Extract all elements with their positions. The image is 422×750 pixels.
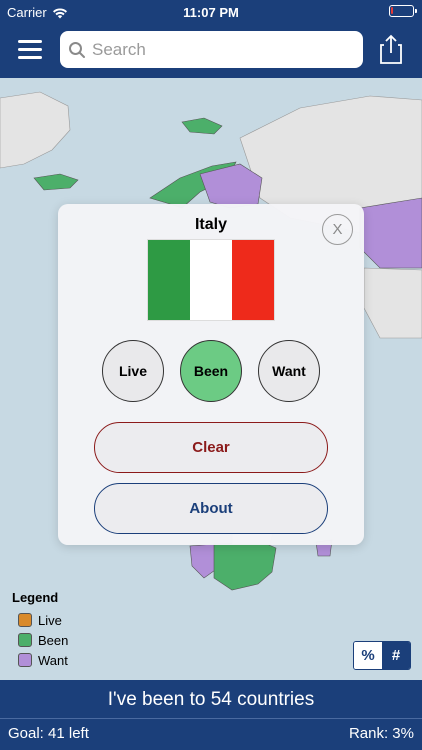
- rank-label[interactable]: Rank: 3%: [349, 725, 414, 742]
- close-button[interactable]: X: [322, 214, 353, 245]
- battery-icon: [389, 5, 417, 17]
- legend-swatch-live: [18, 613, 32, 627]
- map-legend: Legend Live Been Want: [12, 590, 68, 670]
- country-title: Italy: [194, 216, 227, 233]
- legend-label-live: Live: [38, 612, 62, 628]
- goal-label[interactable]: Goal: 41 left: [8, 725, 89, 742]
- clear-button[interactable]: Clear: [94, 422, 328, 473]
- footer-divider: [0, 718, 422, 719]
- want-button[interactable]: Want: [258, 340, 320, 402]
- legend-swatch-been: [18, 633, 32, 647]
- legend-title: Legend: [12, 590, 59, 605]
- share-icon[interactable]: [380, 34, 402, 64]
- number-toggle[interactable]: #: [382, 642, 410, 669]
- close-icon: X: [332, 221, 343, 238]
- legend-item-live: Live: [12, 610, 68, 630]
- battery-level: [391, 7, 393, 14]
- clock: 11:07 PM: [183, 5, 239, 20]
- map-region-iceland: [33, 173, 79, 191]
- status-options: Live Been Want: [102, 340, 320, 402]
- flag-stripe-green: [148, 240, 190, 320]
- stats-mode-toggle: % #: [353, 641, 411, 670]
- search-input[interactable]: [92, 39, 352, 60]
- flag-stripe-white: [190, 240, 232, 320]
- map-region-greenland: [0, 91, 71, 169]
- percent-toggle[interactable]: %: [354, 642, 382, 669]
- map-region-east-europe: [359, 197, 422, 269]
- nav-bar: [0, 24, 422, 78]
- search-bar[interactable]: [60, 31, 363, 68]
- about-button[interactable]: About: [94, 483, 328, 534]
- legend-item-been: Been: [12, 630, 68, 650]
- countries-summary[interactable]: I've been to 54 countries: [0, 689, 422, 711]
- map-region-svalbard: [181, 117, 223, 135]
- legend-label-want: Want: [38, 652, 68, 668]
- stats-footer: I've been to 54 countries Goal: 41 left …: [0, 680, 422, 750]
- legend-swatch-want: [18, 653, 32, 667]
- country-flag: [147, 239, 275, 321]
- status-bar: Carrier 11:07 PM: [0, 0, 422, 24]
- map-region-southern-africa: [213, 541, 277, 591]
- flag-stripe-red: [232, 240, 274, 320]
- map-region-europe-east-grey: [363, 267, 422, 339]
- been-button[interactable]: Been: [180, 340, 242, 402]
- hamburger-icon[interactable]: [18, 40, 42, 60]
- search-icon: [69, 41, 85, 58]
- country-popup: Italy X Live Been Want Clear About: [58, 204, 364, 545]
- live-button[interactable]: Live: [102, 340, 164, 402]
- legend-item-want: Want: [12, 650, 68, 670]
- legend-label-been: Been: [38, 632, 69, 648]
